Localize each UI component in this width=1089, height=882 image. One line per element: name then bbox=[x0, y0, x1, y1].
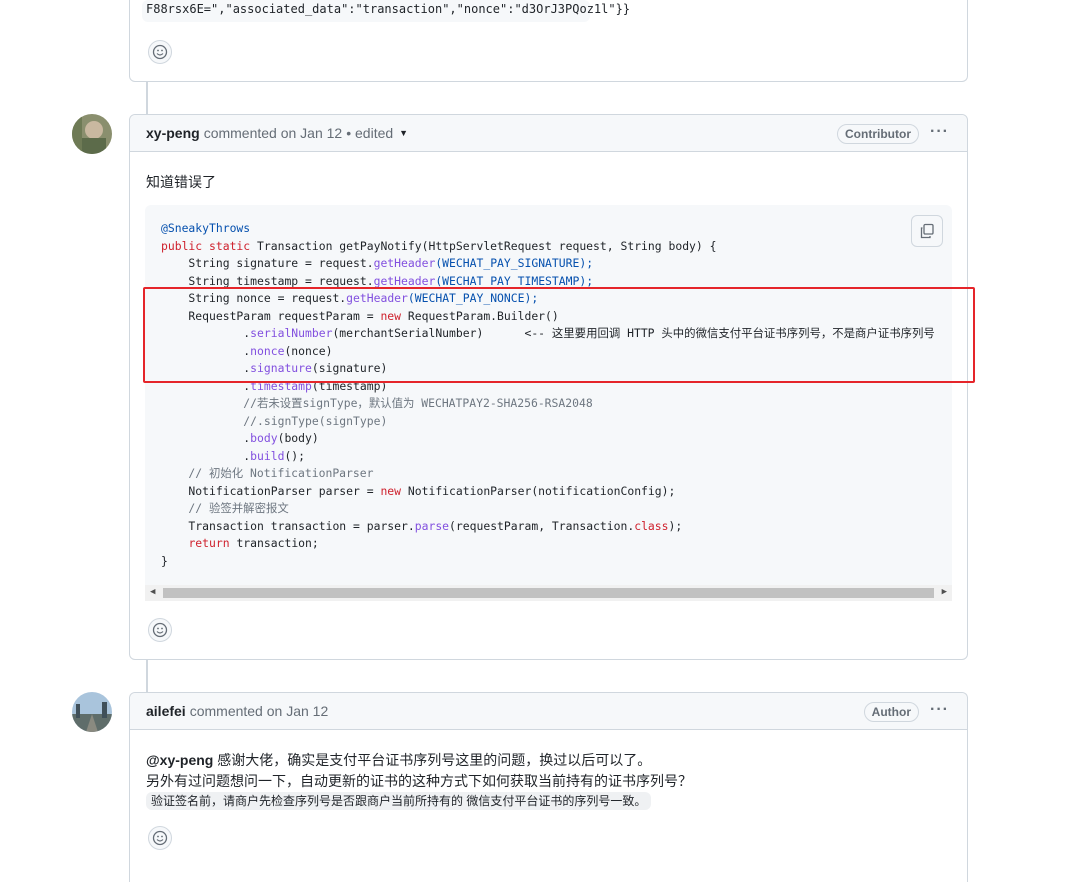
code-line: F88rsx6E=","associated_data":"transactio… bbox=[146, 2, 631, 16]
author-badge: Author bbox=[863, 702, 919, 722]
copy-button[interactable] bbox=[911, 215, 943, 247]
code-line: Transaction transaction = parser.parse(r… bbox=[161, 518, 683, 533]
code-line: public static Transaction getPayNotify(H… bbox=[161, 238, 717, 253]
comment-header: ailefei commented on Jan 12 Author ··· bbox=[130, 693, 967, 730]
comment-timestamp[interactable]: commented on Jan 12 bbox=[190, 703, 329, 719]
code-line: //.signType(signType) bbox=[161, 413, 388, 428]
comment-card-previous: F88rsx6E=","associated_data":"transactio… bbox=[129, 0, 968, 82]
comment-author-link[interactable]: xy-peng bbox=[146, 125, 200, 141]
code-line: //若未设置signType，默认值为 WECHATPAY2-SHA256-RS… bbox=[161, 396, 593, 410]
scroll-left-arrow-icon[interactable]: ◀ bbox=[150, 587, 155, 597]
comment-body-line: 另外有过问题想问一下，自动更新的证书的这种方式下如何获取当前持有的证书序列号？ bbox=[146, 773, 692, 789]
edited-dropdown[interactable]: • edited bbox=[346, 125, 393, 141]
smiley-icon bbox=[152, 44, 168, 60]
comment-options-button[interactable]: ··· bbox=[930, 701, 949, 719]
comment-options-button[interactable]: ··· bbox=[930, 123, 949, 141]
code-line: return transaction; bbox=[188, 536, 319, 550]
horizontal-scrollbar[interactable]: ◀ ▶ bbox=[145, 585, 952, 601]
copy-icon bbox=[920, 223, 934, 239]
code-line: @SneakyThrows bbox=[161, 221, 251, 235]
avatar-image bbox=[72, 114, 112, 154]
code-line: NotificationParser parser = new Notifica… bbox=[161, 483, 676, 498]
code-line: } bbox=[161, 553, 168, 568]
annotation-highlight-box bbox=[143, 287, 975, 383]
timeline-connector bbox=[146, 82, 148, 114]
code-line: .build(); bbox=[161, 448, 306, 463]
add-reaction-button[interactable] bbox=[148, 826, 172, 850]
code-block: @SneakyThrows public static Transaction … bbox=[145, 205, 952, 601]
avatar-ailefei[interactable] bbox=[72, 692, 112, 732]
code-line: .body(body) bbox=[161, 431, 319, 445]
comment-text: 感谢大佬，确实是支付平台证书序列号这里的问题，换过以后可以了。 bbox=[213, 752, 652, 768]
chevron-down-icon[interactable]: ▼ bbox=[399, 128, 408, 138]
timeline-connector bbox=[146, 660, 148, 692]
smiley-icon bbox=[152, 830, 168, 846]
scrollbar-thumb[interactable] bbox=[163, 588, 934, 598]
code-line: // 验签并解密报文 bbox=[161, 501, 289, 515]
avatar-xy-peng[interactable] bbox=[72, 114, 112, 154]
comment-header: xy-peng commented on Jan 12 • edited ▼ C… bbox=[130, 115, 967, 152]
add-reaction-button[interactable] bbox=[148, 40, 172, 64]
comment-timestamp[interactable]: commented on Jan 12 bbox=[204, 125, 343, 141]
inline-code: 验证签名前，请商户先检查序列号是否跟商户当前所持有的 微信支付平台证书的序列号一… bbox=[146, 792, 652, 810]
code-line: String signature = request.getHeader(WEC… bbox=[161, 256, 594, 270]
smiley-icon bbox=[152, 622, 168, 638]
comment-body-line: 验证签名前，请商户先检查序列号是否跟商户当前所持有的 微信支付平台证书的序列号一… bbox=[146, 792, 652, 810]
mention-link[interactable]: @xy-peng bbox=[146, 752, 213, 768]
scroll-right-arrow-icon[interactable]: ▶ bbox=[942, 587, 947, 597]
comment-card-ailefei: ailefei commented on Jan 12 Author ··· @… bbox=[129, 692, 968, 882]
add-reaction-button[interactable] bbox=[148, 618, 172, 642]
code-block-previous: F88rsx6E=","associated_data":"transactio… bbox=[142, 0, 630, 22]
code-line: // 初始化 NotificationParser bbox=[161, 466, 374, 480]
comment-card-xy-peng: xy-peng commented on Jan 12 • edited ▼ C… bbox=[129, 114, 968, 660]
avatar-image bbox=[72, 692, 112, 732]
comment-body-line: @xy-peng 感谢大佬，确实是支付平台证书序列号这里的问题，换过以后可以了。 bbox=[146, 750, 651, 770]
comment-body-text: 知道错误了 bbox=[146, 174, 216, 190]
contributor-badge: Contributor bbox=[837, 124, 919, 144]
comment-author-link[interactable]: ailefei bbox=[146, 703, 186, 719]
